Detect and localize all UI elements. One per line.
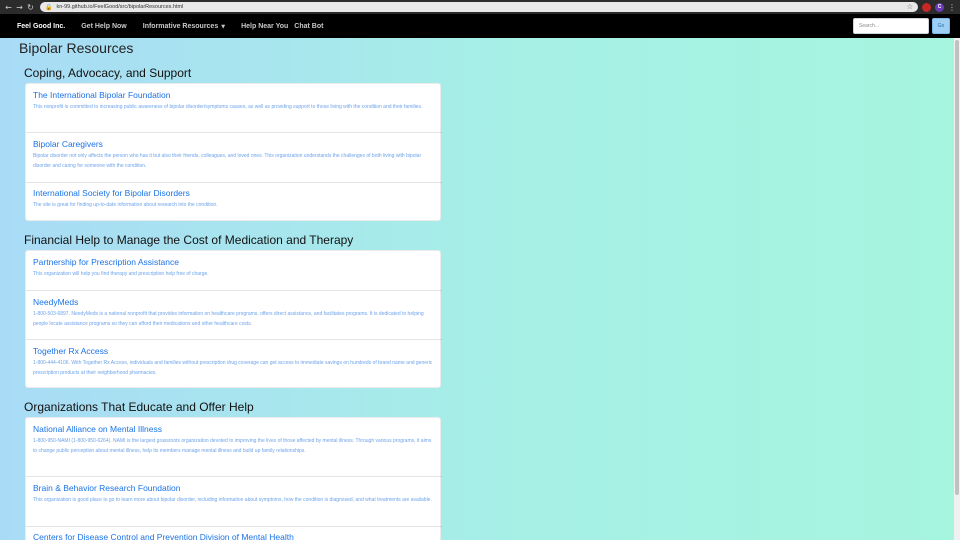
scrollbar-thumb[interactable] — [955, 40, 959, 495]
caret-down-icon: ▼ — [221, 23, 226, 30]
resource-description: This organization will help you find the… — [33, 271, 209, 277]
search-button[interactable]: Go — [932, 18, 950, 34]
browser-menu-icon[interactable]: ⋮ — [948, 3, 956, 12]
nav-link-label: Informative Resources — [142, 22, 219, 30]
resource-title-link[interactable]: Centers for Disease Control and Preventi… — [33, 532, 294, 540]
lock-icon: 🔒 — [45, 3, 53, 11]
resource-description: This nonprofit is committed to increasin… — [33, 104, 423, 110]
divider — [26, 132, 442, 133]
section-heading: Coping, Advocacy, and Support — [24, 66, 192, 80]
resource-description: 1-800-503-6897. NeedyMeds is a national … — [33, 311, 424, 327]
resource-title-link[interactable]: Bipolar Caregivers — [33, 139, 103, 149]
page-content: Bipolar Resources Coping, Advocacy, and … — [0, 38, 960, 540]
reload-icon[interactable]: ↻ — [25, 3, 36, 12]
divider — [26, 476, 442, 477]
resource-description: 1-800-444-4106. With Together Rx Access,… — [33, 360, 433, 376]
nav-link-help-near-you[interactable]: Help Near You — [241, 23, 288, 30]
resource-title-link[interactable]: NeedyMeds — [33, 297, 78, 307]
brand-link[interactable]: Feel Good Inc. — [17, 23, 65, 30]
resource-description: Bipolar disorder not only affects the pe… — [33, 153, 422, 169]
resource-description: 1-800-950-NAMI (1-800-950-6264). NAMI is… — [33, 438, 432, 454]
resource-title-link[interactable]: Together Rx Access — [33, 346, 108, 356]
browser-toolbar: ← → ↻ 🔒 kn-99.github.io/FeelGood/src/bip… — [0, 0, 960, 14]
resource-card: National Alliance on Mental Illness 1-80… — [25, 417, 442, 540]
resource-title-link[interactable]: Brain & Behavior Research Foundation — [33, 483, 180, 493]
page-scrollbar[interactable] — [954, 38, 960, 540]
resource-card: Partnership for Prescription Assistance … — [25, 250, 442, 388]
nav-link-get-help-now[interactable]: Get Help Now — [81, 23, 127, 30]
extension-icon[interactable] — [922, 2, 931, 12]
resource-description: This organization is good place to go to… — [33, 497, 432, 503]
site-navbar: Feel Good Inc. Get Help Now Informative … — [0, 14, 960, 38]
bookmark-star-icon[interactable]: ☆ — [907, 3, 913, 11]
forward-arrow-icon[interactable]: → — [14, 3, 25, 12]
section-heading: Financial Help to Manage the Cost of Med… — [24, 233, 354, 247]
address-bar[interactable]: 🔒 kn-99.github.io/FeelGood/src/bipolarRe… — [40, 2, 918, 12]
resource-title-link[interactable]: National Alliance on Mental Illness — [33, 424, 162, 434]
resource-description: The site is great for finding up-to-date… — [33, 202, 218, 208]
search-input[interactable] — [853, 18, 929, 34]
back-arrow-icon[interactable]: ← — [3, 3, 14, 12]
resource-card: The International Bipolar Foundation Thi… — [25, 83, 442, 221]
url-text: kn-99.github.io/FeelGood/src/bipolarReso… — [56, 4, 184, 10]
nav-dropdown-informative-resources[interactable]: Informative Resources ▼ — [143, 23, 225, 30]
section-heading: Organizations That Educate and Offer Hel… — [24, 400, 254, 414]
nav-link-chat-bot[interactable]: Chat Bot — [294, 23, 323, 30]
resource-title-link[interactable]: The International Bipolar Foundation — [33, 90, 171, 100]
divider — [26, 182, 442, 183]
divider — [26, 526, 442, 527]
resource-title-link[interactable]: Partnership for Prescription Assistance — [33, 257, 179, 267]
divider — [26, 290, 442, 291]
divider — [26, 339, 442, 340]
page-title: Bipolar Resources — [19, 40, 134, 56]
profile-avatar-icon[interactable]: C — [935, 2, 944, 12]
resource-title-link[interactable]: International Society for Bipolar Disord… — [33, 188, 190, 198]
